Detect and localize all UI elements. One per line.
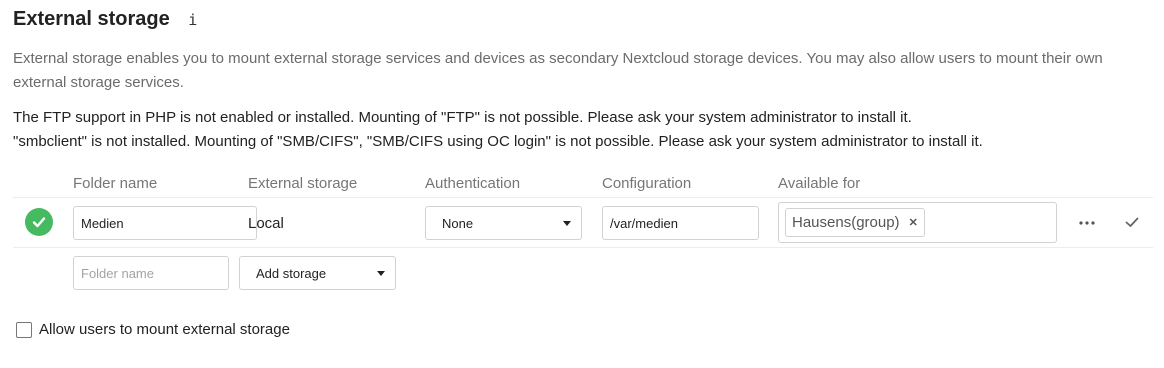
info-icon[interactable]: i (186, 10, 200, 30)
configuration-input[interactable] (602, 206, 759, 240)
dropdown-caret-icon (563, 221, 571, 226)
allow-user-mounting-label: Allow users to mount external storage (39, 321, 290, 338)
warnings: The FTP support in PHP is not enabled or… (13, 106, 1153, 154)
check-icon[interactable] (1124, 214, 1140, 230)
header-external-storage: External storage (248, 175, 358, 192)
table-divider (13, 247, 1153, 248)
remove-tag-icon[interactable]: ✕ (909, 216, 918, 229)
authentication-select[interactable]: None (425, 206, 582, 240)
header-folder-name: Folder name (73, 175, 158, 192)
page-title: External storage (13, 8, 170, 30)
section-description: External storage enables you to mount ex… (13, 50, 1103, 91)
add-storage-select[interactable]: Add storage (239, 256, 396, 290)
folder-name-input[interactable] (73, 206, 257, 240)
header-configuration: Configuration (602, 175, 692, 192)
warning-smbclient: "smbclient" is not installed. Mounting o… (13, 133, 983, 150)
group-tag-label: Hausens(group) (792, 214, 900, 231)
new-folder-name-input[interactable] (73, 256, 229, 290)
allow-user-mounting-option[interactable]: Allow users to mount external storage (16, 321, 290, 338)
header-available-for: Available for (778, 175, 861, 192)
external-storage-value: Local (248, 215, 284, 232)
table-divider (13, 197, 1153, 198)
available-for-multiselect[interactable]: Hausens(group) ✕ (778, 202, 1057, 243)
header-authentication: Authentication (425, 175, 521, 192)
add-storage-label: Add storage (256, 265, 327, 281)
dropdown-caret-icon (377, 271, 385, 276)
authentication-value: None (442, 215, 474, 231)
section-header: External storage i (13, 8, 200, 31)
check-circle-icon (25, 208, 53, 236)
more-icon[interactable] (1078, 214, 1096, 232)
allow-user-mounting-checkbox[interactable] (16, 321, 32, 338)
warning-ftp: The FTP support in PHP is not enabled or… (13, 109, 912, 126)
group-tag: Hausens(group) ✕ (785, 208, 925, 237)
